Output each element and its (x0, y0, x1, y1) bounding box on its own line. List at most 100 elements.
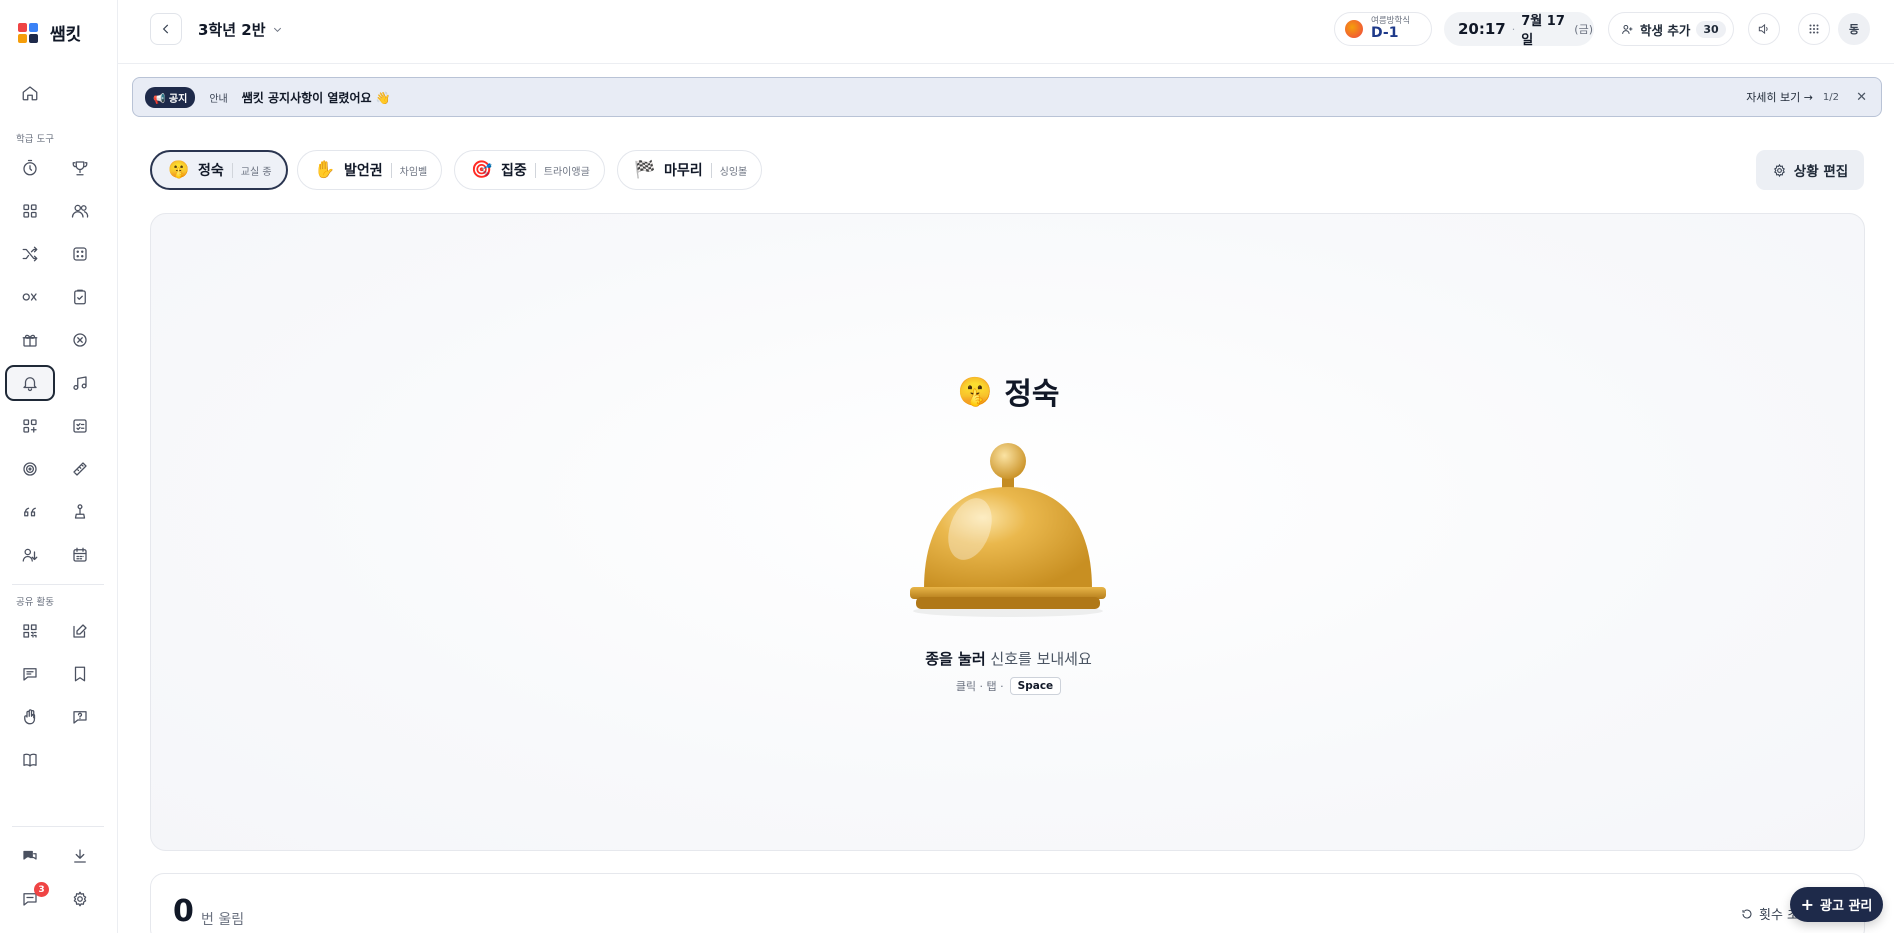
apps-menu-button[interactable] (1798, 13, 1830, 45)
student-count-badge: 30 (1696, 20, 1726, 38)
target-emoji-icon: 🎯 (471, 160, 493, 180)
add-student-label: 학생 추가 (1640, 22, 1691, 38)
close-icon[interactable]: ✕ (1856, 90, 1867, 105)
notice-banner[interactable]: 📢 공지 안내 쌤킷 공지사항이 열렸어요 👋 자세히 보기 → 1/2 ✕ (132, 77, 1882, 117)
shush-face-icon: 🤫 (168, 160, 190, 180)
chat-notifications-icon[interactable]: 3 (5, 881, 55, 917)
joystick-icon[interactable] (55, 494, 105, 530)
add-user-icon (1622, 24, 1633, 34)
back-button[interactable] (150, 13, 182, 45)
qr-code-icon[interactable] (5, 613, 55, 649)
class-selector[interactable]: 3학년 2반 (198, 19, 283, 40)
bell-stage: 🤫 정숙 종을 눌러 신호를 보내세요 클릭 · 탭 · Space (150, 213, 1865, 851)
notice-text: 쌤킷 공지사항이 열렸어요 👋 (241, 90, 391, 105)
chat-badge: 3 (34, 882, 49, 897)
current-date: 7월 17일 (1521, 14, 1565, 48)
stage-instruction: 종을 눌러 신호를 보내세요 (151, 648, 1866, 669)
checklist-icon[interactable] (55, 279, 105, 315)
bookmark-icon[interactable] (55, 656, 105, 692)
vacation-icon (1345, 20, 1363, 38)
music-icon[interactable] (55, 365, 105, 401)
desk-bell-icon[interactable] (908, 439, 1108, 619)
apps-icon[interactable] (5, 408, 55, 444)
sidebar-section-tools: 학급 도구 (16, 134, 54, 145)
tab-sound-name: 차임벨 (390, 162, 427, 178)
avatar[interactable]: 동 (1838, 13, 1870, 45)
refresh-icon (1742, 909, 1752, 919)
add-student-button[interactable]: 학생 추가 30 (1608, 12, 1734, 46)
hint-text: 클릭 · 탭 · (955, 680, 1004, 693)
edit-square-icon[interactable] (55, 613, 105, 649)
users-icon[interactable] (55, 193, 105, 229)
home-icon[interactable] (5, 75, 55, 111)
space-key-badge: Space (1009, 677, 1062, 695)
gift-icon[interactable] (5, 322, 55, 358)
class-name: 3학년 2반 (198, 21, 266, 39)
stage-title-text: 정숙 (1004, 377, 1060, 412)
tab-finish[interactable]: 🏁 마무리 싱잉볼 (617, 150, 763, 190)
brand-logo-icon (18, 22, 38, 43)
message-icon[interactable] (5, 656, 55, 692)
shuffle-icon[interactable] (5, 236, 55, 272)
tab-speak-turn[interactable]: ✋ 발언권 차임벨 (297, 150, 443, 190)
tab-focus[interactable]: 🎯 집중 트라이앵글 (454, 150, 605, 190)
user-sort-icon[interactable] (5, 537, 55, 573)
sound-button[interactable] (1748, 13, 1780, 45)
calendar-icon[interactable] (55, 537, 105, 573)
ad-manage-button[interactable]: + 광고 관리 (1790, 887, 1883, 922)
download-icon[interactable] (55, 838, 105, 874)
sidebar-section-shared: 공유 활동 (16, 597, 54, 608)
tab-label: 마무리 (664, 163, 703, 179)
notice-tag: 📢 공지 (145, 86, 196, 108)
instruction-rest: 신호를 보내세요 (985, 650, 1092, 668)
close-circle-icon[interactable] (55, 322, 105, 358)
tab-label: 집중 (501, 163, 527, 179)
grid-icon[interactable] (5, 193, 55, 229)
tab-silence[interactable]: 🤫 정숙 교실 종 (150, 150, 288, 190)
ring-count-unit: 번 울림 (201, 912, 245, 928)
instruction-bold: 종을 눌러 (925, 650, 986, 668)
bell-icon[interactable] (5, 365, 55, 401)
sidebar-divider (12, 826, 104, 827)
edit-situation-button[interactable]: 상황 편집 (1756, 150, 1864, 190)
trophy-icon[interactable] (55, 150, 105, 186)
book-icon[interactable] (5, 742, 55, 778)
tab-label: 발언권 (344, 163, 383, 179)
top-header: 3학년 2반 여름방학식 D-1 20:17 · 7월 17일 (금) 학생 추… (118, 0, 1894, 64)
tab-sound-name: 교실 종 (231, 162, 272, 178)
stage-title: 🤫 정숙 (151, 369, 1866, 413)
input-hint: 클릭 · 탭 · Space (151, 677, 1866, 695)
dice-icon[interactable] (55, 236, 105, 272)
chat-bubbles-icon[interactable] (5, 838, 55, 874)
notice-kind: 안내 (209, 93, 228, 105)
edit-situation-label: 상황 편집 (1793, 164, 1849, 180)
current-time: 20:17 (1458, 20, 1506, 38)
notice-pager: 1/2 (1822, 91, 1839, 103)
notice-more-link[interactable]: 자세히 보기 → (1746, 89, 1813, 105)
checkered-flag-icon: 🏁 (634, 160, 656, 180)
sidebar: 쌤킷 학급 도구 공유 활동 3 (0, 0, 118, 933)
dday-pill[interactable]: 여름방학식 D-1 (1334, 12, 1432, 46)
dots-grid-icon (1809, 24, 1819, 34)
dot-separator: · (1511, 22, 1516, 36)
task-list-icon[interactable] (55, 408, 105, 444)
day-of-week: (금) (1574, 23, 1593, 36)
tab-sound-name: 트라이앵글 (534, 162, 590, 178)
help-chat-icon[interactable] (55, 699, 105, 735)
timer-icon[interactable] (5, 150, 55, 186)
shush-face-icon: 🤫 (957, 374, 993, 408)
ad-manage-label: 광고 관리 (1820, 899, 1873, 914)
gear-icon (1773, 163, 1785, 177)
ruler-icon[interactable] (55, 451, 105, 487)
settings-gear-icon[interactable] (55, 881, 105, 917)
sidebar-divider (12, 584, 104, 585)
brand-name: 쌤킷 (50, 25, 82, 45)
hand-icon[interactable] (5, 699, 55, 735)
brand[interactable]: 쌤킷 (18, 20, 81, 45)
quote-icon[interactable] (5, 494, 55, 530)
chevron-down-icon (273, 27, 281, 32)
target-icon[interactable] (5, 451, 55, 487)
chevron-left-icon (162, 24, 169, 34)
ox-quiz-icon[interactable] (5, 279, 55, 315)
raised-hand-icon: ✋ (314, 160, 336, 180)
